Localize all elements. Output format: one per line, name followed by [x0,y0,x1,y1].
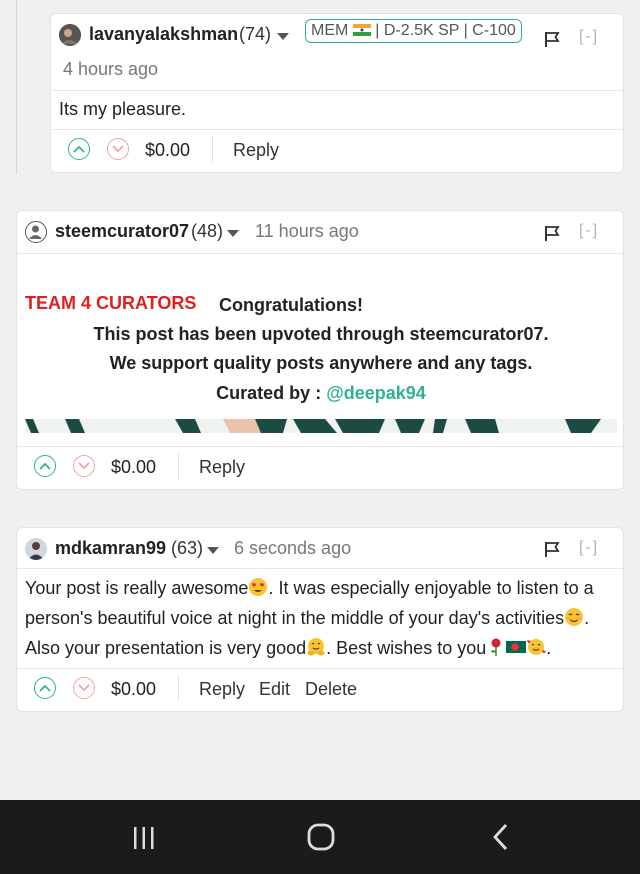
curator-link[interactable]: @deepak94 [326,383,426,403]
team-label: TEAM 4 CURATORS [25,293,197,313]
upvote-button[interactable] [68,138,90,160]
comment-body: Your post is really awesome. It was espe… [25,573,619,663]
system-navigation-bar [0,800,640,874]
body-text-part: . Best wishes to you [326,638,487,658]
payout-value[interactable]: $0.00 [111,679,156,700]
divider [178,453,179,479]
author-name[interactable]: steemcurator07 [55,221,189,242]
comment-header: lavanyalakshman (74) MEM | D-2.5K SP | C… [51,14,623,91]
comment-card-steemcurator07: steemcurator07 (48) 11 hours ago [-] TEA… [16,210,624,490]
reputation: (48) [191,221,224,241]
upvote-button[interactable] [34,677,56,699]
badge-suffix: | D-2.5K SP | C-100 [375,22,516,39]
curated-by-label: Curated by : [216,383,322,403]
timestamp[interactable]: 11 hours ago [255,221,359,242]
chevron-down-icon[interactable] [227,230,239,237]
delete-button[interactable]: Delete [305,679,357,700]
author-name[interactable]: mdkamran99 [55,538,166,559]
recent-apps-icon[interactable] [130,824,158,852]
timestamp[interactable]: 4 hours ago [63,59,158,80]
reputation: (74) [239,24,272,44]
timestamp[interactable]: 6 seconds ago [234,538,351,559]
payout-value[interactable]: $0.00 [111,457,156,478]
badge-prefix: MEM [311,22,349,39]
home-icon[interactable] [306,822,336,852]
comment-footer: $0.00 Reply [51,129,623,172]
thread-line [16,0,17,174]
comment-body: Its my pleasure. [59,99,187,119]
upvote-notice: This post has been upvoted through steem… [93,324,549,344]
india-flag-icon [352,24,371,36]
chevron-up-icon [39,684,51,692]
chevron-up-icon [73,145,85,153]
flag-icon[interactable] [543,540,561,558]
comment-card-mdkamran99: mdkamran99 (63) 6 seconds ago [-] Your p… [16,527,624,712]
comment-card-lavanyalakshman: lavanyalakshman (74) MEM | D-2.5K SP | C… [50,13,624,173]
reply-button[interactable]: Reply [199,679,245,700]
downvote-button[interactable] [107,138,129,160]
divider [178,675,179,701]
bangladesh-flag-icon [506,641,527,653]
back-icon[interactable] [488,822,514,852]
reply-button[interactable]: Reply [199,457,245,478]
rose-emoji-icon [491,638,501,656]
reply-button[interactable]: Reply [233,140,279,161]
congrats-text: Congratulations! [219,295,363,315]
comment-header: steemcurator07 (48) 11 hours ago [-] [17,211,623,254]
collapse-toggle[interactable]: [-] [579,539,599,557]
member-badge: MEM | D-2.5K SP | C-100 [305,19,522,43]
reputation: (63) [171,538,204,558]
payout-value[interactable]: $0.00 [145,140,190,161]
avatar[interactable] [59,24,81,46]
smiling-face-emoji-icon [565,608,584,626]
edit-button[interactable]: Edit [259,679,290,700]
flag-icon[interactable] [543,224,561,242]
body-text-part: . [546,638,552,658]
comment-footer: $0.00 Reply [17,446,623,489]
chevron-down-icon [78,684,90,692]
comment-footer: $0.00 Reply Edit Delete [17,668,623,711]
support-text: We support quality posts anywhere and an… [109,353,533,373]
flag-icon[interactable] [543,30,561,48]
smiling-face-with-hearts-emoji-icon [527,639,546,655]
curated-by-line: Curated by : @deepak94 [17,383,625,404]
collapse-toggle[interactable]: [-] [579,222,599,240]
chevron-up-icon [39,462,51,470]
collapse-toggle[interactable]: [-] [579,28,599,46]
avatar[interactable] [25,221,47,243]
curator-banner-image [25,419,617,433]
body-text-part: Your post is really awesome [25,578,249,598]
comment-header: mdkamran99 (63) 6 seconds ago [-] [17,528,623,569]
chevron-down-icon[interactable] [277,33,289,40]
avatar[interactable] [25,538,47,560]
upvote-button[interactable] [34,455,56,477]
chevron-down-icon [112,145,124,153]
downvote-button[interactable] [73,677,95,699]
hugging-face-emoji-icon [307,638,325,656]
heart-eyes-emoji-icon [249,578,268,596]
divider [212,136,213,162]
chevron-down-icon [78,462,90,470]
chevron-down-icon[interactable] [207,547,219,554]
author-name[interactable]: lavanyalakshman [89,24,238,45]
downvote-button[interactable] [73,455,95,477]
default-avatar-icon [29,225,42,239]
